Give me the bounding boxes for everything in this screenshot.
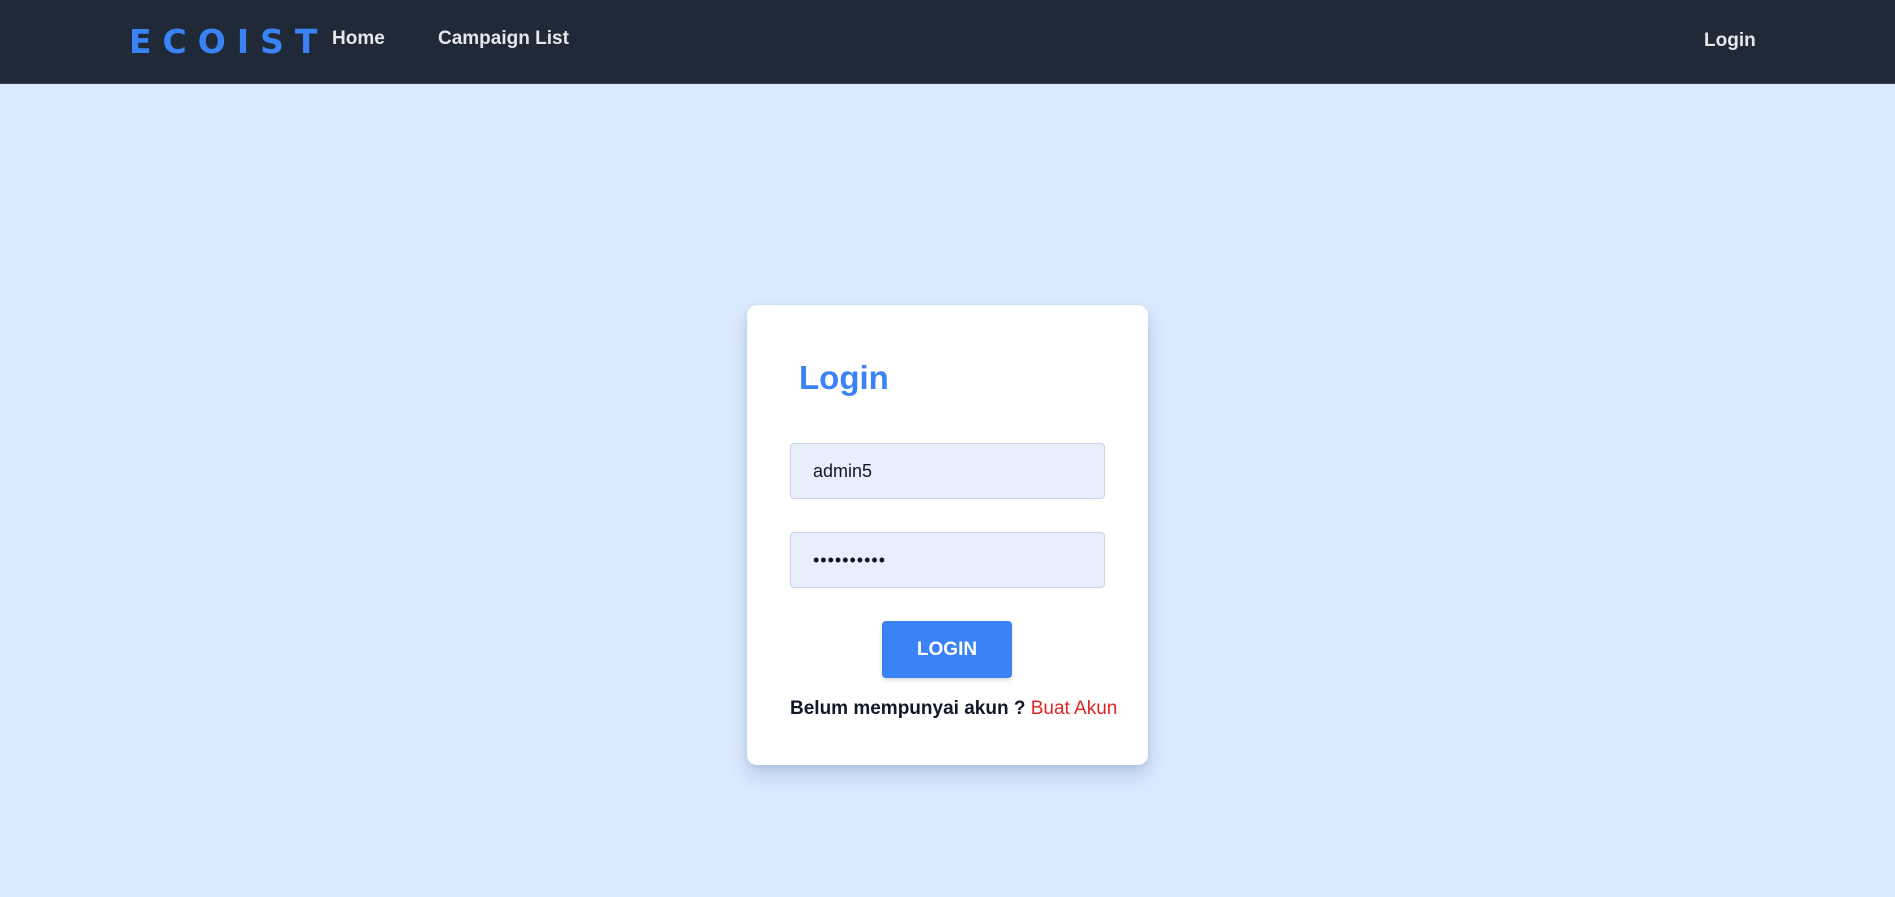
login-card: Login LOGIN Belum mempunyai akun ? Buat … <box>747 305 1148 765</box>
top-navbar: ECOIST Home Campaign List Login <box>0 0 1895 84</box>
nav-link-campaign-list[interactable]: Campaign List <box>438 28 569 50</box>
create-account-link[interactable]: Buat Akun <box>1031 698 1118 719</box>
register-prompt-row: Belum mempunyai akun ? Buat Akun <box>790 698 1117 720</box>
password-field[interactable] <box>790 532 1105 588</box>
nav-link-home[interactable]: Home <box>332 28 385 50</box>
username-field[interactable] <box>790 443 1105 499</box>
register-prompt-text: Belum mempunyai akun ? <box>790 698 1026 719</box>
brand-logo[interactable]: ECOIST <box>129 22 328 61</box>
login-title: Login <box>799 359 889 396</box>
nav-login-link[interactable]: Login <box>1704 30 1756 52</box>
login-button[interactable]: LOGIN <box>882 621 1012 678</box>
